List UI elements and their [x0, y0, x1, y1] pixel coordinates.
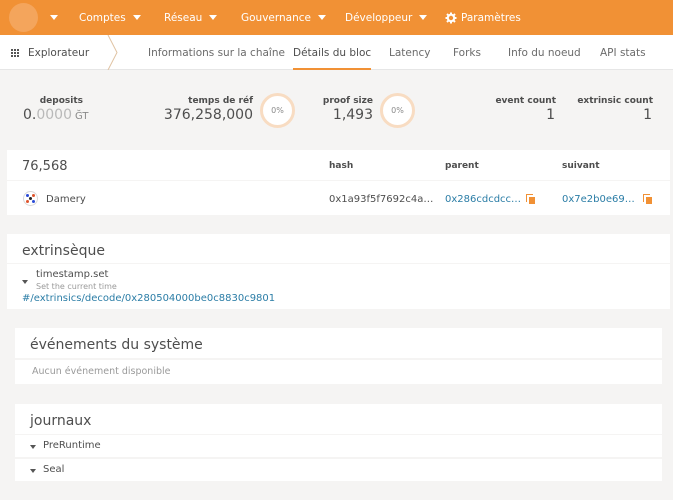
tab-chain-info[interactable]: Informations sur la chaîne [148, 35, 285, 70]
gear-icon [445, 12, 457, 23]
menu-developpeur[interactable]: Développeur [345, 0, 428, 35]
logs-title: journaux [30, 413, 92, 429]
chevron-down-icon [132, 15, 141, 20]
chain-logo[interactable] [9, 3, 38, 32]
log-item-preruntime[interactable]: PreRuntime [43, 440, 101, 451]
proof-size-gauge: 0% [380, 93, 415, 128]
breadcrumb-separator-icon [107, 35, 118, 70]
copy-icon[interactable] [526, 194, 535, 204]
chevron-down-icon [209, 15, 218, 20]
deposits-frac: 0000 [36, 107, 72, 123]
copy-icon[interactable] [643, 194, 652, 204]
explorer-label: Explorateur [28, 46, 90, 59]
tab-forks[interactable]: Forks [453, 35, 481, 70]
chevron-down-icon [419, 15, 428, 20]
log-item-seal[interactable]: Seal [43, 464, 64, 475]
events-title: événements du système [30, 337, 203, 353]
parent-hash-link[interactable]: 0x286cdcdcc… [445, 194, 521, 205]
ref-time-gauge: 0% [260, 93, 295, 128]
chevron-down-icon[interactable] [50, 15, 58, 20]
deposits-unit: ĞT [75, 111, 89, 122]
tab-block-details-label: Détails du bloc [293, 46, 372, 59]
menu-reseau-label: Réseau [164, 11, 203, 24]
extrinsics-header [7, 234, 670, 263]
expand-icon[interactable] [22, 280, 28, 284]
ref-time-value: 376,258,000 [163, 107, 253, 123]
ref-time-label: temps de réf [188, 96, 253, 106]
block-number: 76,568 [22, 159, 68, 174]
next-hash-link[interactable]: 0x7e2b0e69… [562, 194, 635, 205]
explorer-section[interactable]: Explorateur [0, 35, 118, 70]
tab-api-stats-label: API stats [600, 46, 646, 59]
menu-gouvernance-label: Gouvernance [241, 11, 311, 24]
proof-size-label: proof size [322, 96, 373, 106]
deposits-int: 0. [23, 107, 37, 123]
extrinsic-doc: Set the current time [36, 282, 117, 291]
proof-size-value: 1,493 [332, 107, 373, 123]
extrinsic-name[interactable]: timestamp.set [36, 269, 108, 280]
logs-header [15, 404, 662, 434]
tab-forks-label: Forks [453, 46, 481, 59]
hash-header: hash [329, 161, 354, 171]
sub-navbar: Explorateur Informations sur la chaîne D… [0, 35, 673, 70]
ref-time-percent: 0% [271, 106, 284, 115]
parent-header: parent [445, 161, 479, 171]
chevron-down-icon [318, 15, 326, 20]
deposits-label: deposits [39, 96, 83, 106]
expand-icon[interactable] [30, 469, 36, 473]
block-hash: 0x1a93f5f7692c4a… [329, 194, 434, 205]
menu-reseau[interactable]: Réseau [164, 0, 218, 35]
events-empty-message: Aucun événement disponible [32, 366, 171, 377]
tab-node-info[interactable]: Info du noeud [508, 35, 581, 70]
menu-comptes[interactable]: Comptes [79, 0, 141, 35]
extrinsic-decode-link[interactable]: #/extrinsics/decode/0x280504000be0c8830c… [22, 293, 275, 304]
extrinsics-title: extrinsèque [22, 243, 105, 259]
event-count-label: event count [495, 96, 556, 106]
menu-gouvernance[interactable]: Gouvernance [241, 0, 326, 35]
tab-node-info-label: Info du noeud [508, 46, 581, 59]
menu-parametres[interactable]: Paramètres [445, 0, 521, 35]
tab-latency-label: Latency [389, 46, 431, 59]
expand-icon[interactable] [30, 445, 36, 449]
tab-api-stats[interactable]: API stats [600, 35, 646, 70]
tab-latency[interactable]: Latency [389, 35, 431, 70]
extrinsic-count-label: extrinsic count [577, 96, 653, 106]
proof-size-percent: 0% [391, 106, 404, 115]
tab-block-details[interactable]: Détails du bloc [293, 35, 372, 70]
next-header: suivant [562, 161, 600, 171]
author-identicon[interactable] [23, 191, 38, 206]
top-navbar: Comptes Réseau Gouvernance Développeur P… [0, 0, 673, 35]
log-row-preruntime[interactable] [15, 435, 662, 457]
event-count-value: 1 [546, 107, 555, 123]
deposits-value: 0.0000 ĞT [23, 107, 89, 123]
tab-chain-info-label: Informations sur la chaîne [148, 46, 285, 59]
menu-developpeur-label: Développeur [345, 11, 413, 24]
apps-grid-icon [11, 48, 19, 57]
log-row-seal[interactable] [15, 459, 662, 481]
menu-parametres-label: Paramètres [461, 11, 521, 24]
menu-comptes-label: Comptes [79, 11, 126, 24]
extrinsic-count-value: 1 [643, 107, 652, 123]
block-author[interactable]: Damery [46, 194, 86, 205]
